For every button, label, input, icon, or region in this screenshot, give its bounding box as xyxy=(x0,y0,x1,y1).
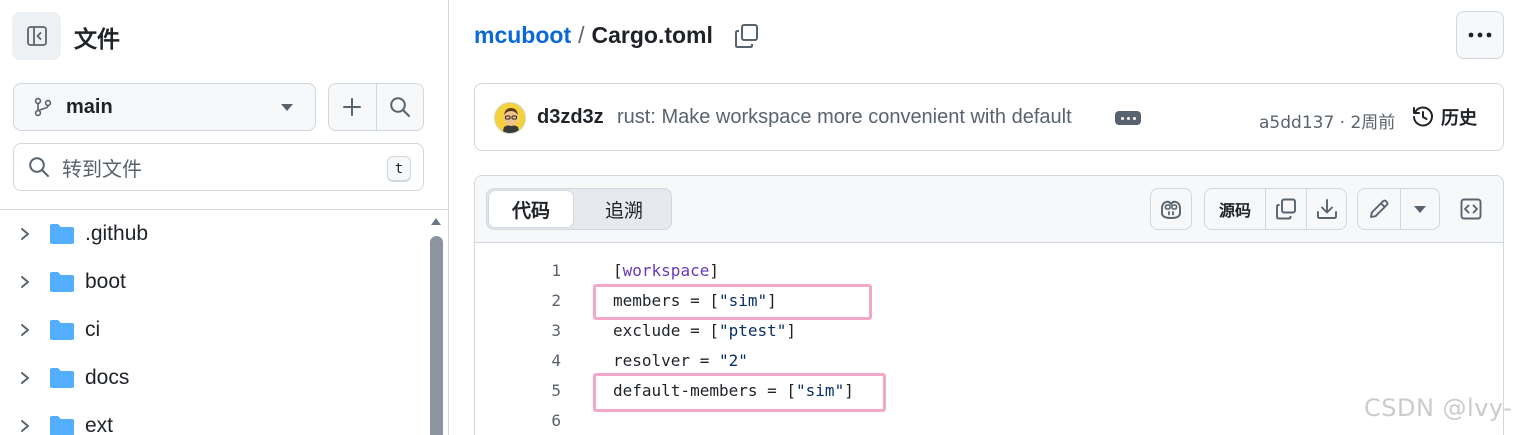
search-tree-button[interactable] xyxy=(375,84,423,130)
line-number[interactable]: 2 xyxy=(515,286,561,316)
chevron-right-icon xyxy=(21,420,29,432)
chevron-right-icon xyxy=(21,228,29,240)
avatar-image-icon xyxy=(495,103,525,133)
history-icon xyxy=(1413,106,1433,127)
watermark: CSDN @lvy- xyxy=(1364,394,1513,422)
line-number[interactable]: 4 xyxy=(515,346,561,376)
breadcrumb-file-name: Cargo.toml xyxy=(591,22,713,48)
tab-code[interactable]: 代码 xyxy=(488,190,574,228)
folder-icon xyxy=(50,368,74,388)
tree-item-label: ext xyxy=(85,414,114,435)
scrollbar-thumb[interactable] xyxy=(430,236,443,435)
folder-icon xyxy=(50,416,74,435)
code-line: 1 [workspace] xyxy=(475,256,1503,286)
file-tree-sidebar: 文件 main 转到文件 t .github boot ci docs ext xyxy=(0,0,448,435)
edit-group xyxy=(1357,188,1440,230)
code-text: exclude = ["ptest"] xyxy=(613,321,797,340)
folder-icon xyxy=(50,272,74,292)
edit-file-button[interactable] xyxy=(1358,189,1400,229)
avatar[interactable] xyxy=(494,102,526,134)
tree-item-github[interactable]: .github xyxy=(0,210,420,258)
line-number[interactable]: 5 xyxy=(515,376,561,406)
symbols-panel-button[interactable] xyxy=(1450,188,1492,230)
folder-icon xyxy=(50,224,74,244)
tree-item-docs[interactable]: docs xyxy=(0,354,420,402)
breadcrumb: mcuboot / Cargo.toml xyxy=(474,22,713,49)
git-branch-icon xyxy=(34,97,52,117)
code-text: resolver = "2" xyxy=(613,351,748,370)
tree-item-label: docs xyxy=(85,366,130,389)
file-tree: .github boot ci docs ext xyxy=(0,210,430,435)
chevron-right-icon xyxy=(21,372,29,384)
raw-copy-download-group: 源码 xyxy=(1204,188,1347,230)
plus-icon xyxy=(343,98,362,116)
sidebar-collapse-icon xyxy=(26,26,47,46)
commit-hash-and-time[interactable]: a5dd137 · 2周前 xyxy=(1259,108,1395,133)
breadcrumb-repo-link[interactable]: mcuboot xyxy=(474,22,571,49)
copilot-icon xyxy=(1161,200,1181,219)
commit-author-link[interactable]: d3zd3z xyxy=(537,106,604,129)
kebab-horizontal-icon xyxy=(1468,32,1492,38)
tree-item-boot[interactable]: boot xyxy=(0,258,420,306)
code-toolbar: 代码 追溯 源码 xyxy=(475,176,1503,243)
branch-name: main xyxy=(66,95,113,118)
tree-item-label: ci xyxy=(85,318,101,341)
view-mode-toggle: 代码 追溯 xyxy=(486,188,672,230)
commit-message-link[interactable]: rust: Make workspace more convenient wit… xyxy=(617,106,1072,129)
sidebar-title: 文件 xyxy=(74,27,120,53)
raw-label: 源码 xyxy=(1218,201,1251,220)
scroll-up-arrow[interactable] xyxy=(431,218,441,225)
chevron-right-icon xyxy=(21,324,29,336)
copy-icon xyxy=(735,24,758,48)
breadcrumb-separator: / xyxy=(578,22,585,48)
chevron-down-icon xyxy=(281,104,293,111)
tree-item-label: boot xyxy=(85,270,126,293)
copy-path-button[interactable] xyxy=(733,22,761,50)
raw-button[interactable]: 源码 xyxy=(1205,189,1265,229)
go-to-file-placeholder: 转到文件 xyxy=(62,156,142,181)
sidebar-toggle-button[interactable] xyxy=(12,12,61,60)
tree-actions xyxy=(328,83,424,131)
search-icon xyxy=(390,97,410,117)
code-square-icon xyxy=(1460,198,1482,220)
history-button[interactable]: 历史 xyxy=(1411,104,1477,130)
sidebar-border xyxy=(448,0,449,435)
more-options-button[interactable] xyxy=(1456,11,1504,59)
tree-item-ci[interactable]: ci xyxy=(0,306,420,354)
chevron-down-icon xyxy=(1414,205,1426,213)
code-line: 4 resolver = "2" xyxy=(475,346,1503,376)
add-file-button[interactable] xyxy=(329,84,376,130)
pencil-icon xyxy=(1370,199,1389,218)
keyboard-shortcut-hint: t xyxy=(387,156,411,182)
line-number[interactable]: 3 xyxy=(515,316,561,346)
folder-icon xyxy=(50,320,74,340)
history-label: 历史 xyxy=(1441,108,1477,129)
code-text: [workspace] xyxy=(613,261,719,280)
tab-blame[interactable]: 追溯 xyxy=(579,190,669,228)
search-icon xyxy=(29,157,49,177)
latest-commit-bar: d3zd3z rust: Make workspace more conveni… xyxy=(474,83,1504,151)
download-icon xyxy=(1316,199,1337,219)
copy-icon xyxy=(1276,198,1296,220)
edit-options-dropdown[interactable] xyxy=(1400,189,1439,229)
download-button[interactable] xyxy=(1306,189,1346,229)
line-number[interactable]: 6 xyxy=(515,406,561,435)
code-line: 3 exclude = ["ptest"] xyxy=(475,316,1503,346)
highlight-box-line-5 xyxy=(593,373,886,412)
tree-item-label: .github xyxy=(85,222,149,245)
branch-select-button[interactable]: main xyxy=(13,83,316,131)
highlight-box-line-2 xyxy=(593,284,872,320)
expand-commit-message-button[interactable] xyxy=(1115,111,1141,125)
tree-item-ext[interactable]: ext xyxy=(0,402,420,435)
go-to-file-input[interactable]: 转到文件 t xyxy=(13,143,424,191)
chevron-right-icon xyxy=(21,276,29,288)
copilot-button[interactable] xyxy=(1150,188,1192,230)
line-number[interactable]: 1 xyxy=(515,256,561,286)
copy-raw-button[interactable] xyxy=(1265,189,1306,229)
